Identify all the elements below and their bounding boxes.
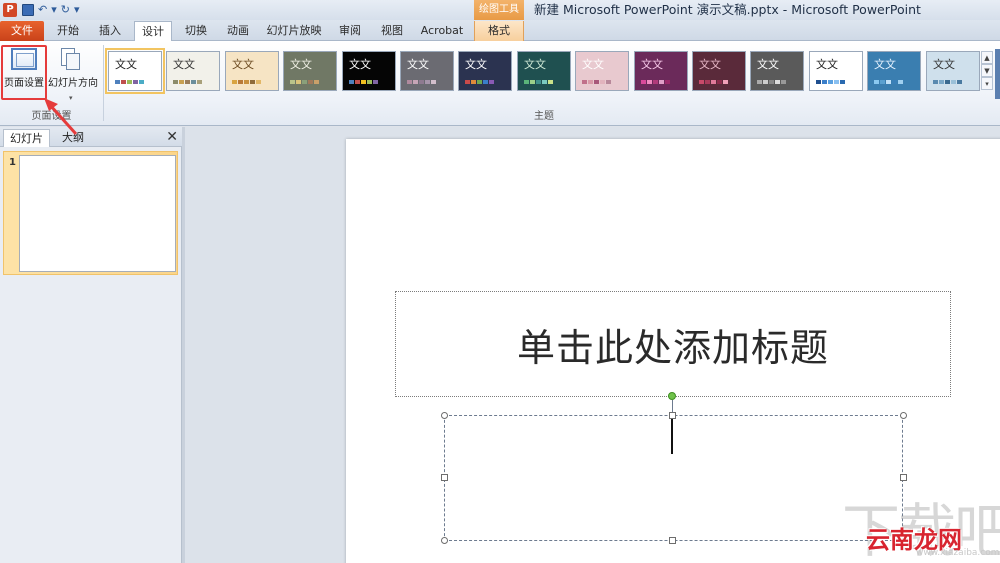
theme-thumbnail[interactable]: 文文 [926, 51, 980, 91]
theme-color-swatches [465, 80, 494, 84]
theme-color-swatches [232, 80, 261, 84]
theme-color-swatches [349, 80, 378, 84]
theme-thumbnail[interactable]: 文文 [342, 51, 396, 91]
powerpoint-app-icon[interactable]: P [3, 3, 17, 17]
gallery-scroll: ▲ ▼ ▾ [981, 51, 993, 91]
scroll-down-icon[interactable]: ▼ [981, 64, 993, 77]
theme-thumbnail[interactable]: 文文 [400, 51, 454, 91]
theme-thumbnail-text: 文文 [699, 58, 721, 71]
text-cursor [671, 418, 673, 454]
theme-color-swatches [816, 80, 845, 84]
ribbon-tabs: 文件 开始 插入 设计 切换 动画 幻灯片放映 审阅 视图 Acrobat 格式 [0, 20, 1000, 42]
slide-orientation-button[interactable]: 幻灯片方向 ▾ [48, 44, 98, 104]
rotation-handle[interactable] [668, 392, 676, 400]
theme-thumbnail-text: 文文 [407, 58, 429, 71]
theme-thumbnail[interactable]: 文文 [634, 51, 688, 91]
theme-color-swatches [524, 80, 553, 84]
resize-handle[interactable] [441, 537, 448, 544]
watermark: 下载吧 云南龙网 www.xiazaiba.com [830, 480, 1000, 563]
save-icon[interactable] [22, 4, 34, 16]
theme-color-swatches [757, 80, 786, 84]
close-icon[interactable]: ✕ [166, 128, 178, 146]
theme-thumbnail[interactable]: 文文 [517, 51, 571, 91]
customize-icon[interactable]: ▾ [74, 2, 80, 18]
theme-thumbnail-text: 文文 [524, 58, 546, 71]
resize-handle[interactable] [441, 474, 448, 481]
theme-thumbnail[interactable]: 文文 [105, 48, 165, 94]
slides-pane: 幻灯片 大纲 ✕ 1 [0, 127, 182, 563]
tab-file[interactable]: 文件 [0, 21, 44, 41]
theme-thumbnail-text: 文文 [641, 58, 663, 71]
title-placeholder[interactable]: 单击此处添加标题 [395, 291, 951, 397]
theme-color-swatches [407, 80, 436, 84]
annotation-highlight-box [1, 45, 47, 100]
tab-transitions[interactable]: 切换 [178, 21, 214, 41]
resize-handle[interactable] [669, 537, 676, 544]
drawing-tools-context-header: 绘图工具 [474, 0, 524, 20]
slide-orientation-label: 幻灯片方向 [48, 78, 98, 89]
theme-color-swatches [933, 80, 962, 84]
resize-handle[interactable] [669, 412, 676, 419]
tab-view[interactable]: 视图 [374, 21, 410, 41]
tab-acrobat[interactable]: Acrobat [416, 21, 468, 41]
undo-dropdown-icon[interactable]: ▾ [51, 2, 57, 18]
ribbon-design: 页面设置 幻灯片方向 ▾ 页面设置 文文 文文 文文 文文 文文 文文 文文 文文 文文 文文 文文… [0, 41, 1000, 126]
tab-design[interactable]: 设计 [134, 21, 172, 42]
group-label-themes: 主题 [534, 111, 554, 122]
theme-thumbnail-text: 文文 [115, 58, 137, 71]
theme-thumbnail[interactable]: 文文 [575, 51, 629, 91]
slide-thumbnail[interactable] [19, 155, 176, 272]
quick-access-toolbar: ↶ ▾ ↻ ▾ [22, 2, 80, 18]
theme-thumbnail-text: 文文 [290, 58, 312, 71]
theme-thumbnail[interactable]: 文文 [867, 51, 921, 91]
theme-thumbnail-text: 文文 [757, 58, 779, 71]
tab-home[interactable]: 开始 [50, 21, 86, 41]
title-bar: P ↶ ▾ ↻ ▾ 绘图工具 新建 Microsoft PowerPoint 演… [0, 0, 1000, 20]
slide-thumbnail-selected[interactable]: 1 [3, 151, 178, 275]
theme-thumbnail[interactable]: 文文 [283, 51, 337, 91]
theme-color-swatches [699, 80, 728, 84]
watermark-url: www.xiazaiba.com [916, 548, 1000, 558]
theme-color-swatches [173, 80, 202, 84]
scroll-up-icon[interactable]: ▲ [981, 51, 993, 64]
undo-icon[interactable]: ↶ [38, 2, 47, 18]
tab-slideshow[interactable]: 幻灯片放映 [262, 21, 326, 41]
colors-button[interactable] [995, 49, 1000, 99]
theme-thumbnail[interactable]: 文文 [809, 51, 863, 91]
theme-thumbnail[interactable]: 文文 [166, 51, 220, 91]
theme-thumbnail-text: 文文 [816, 58, 838, 71]
theme-thumbnail[interactable]: 文文 [225, 51, 279, 91]
title-placeholder-text: 单击此处添加标题 [516, 325, 829, 370]
tab-insert[interactable]: 插入 [92, 21, 128, 41]
slides-pane-tabs: 幻灯片 大纲 ✕ [0, 127, 182, 147]
theme-thumbnail[interactable]: 文文 [750, 51, 804, 91]
theme-thumbnail[interactable]: 文文 [458, 51, 512, 91]
resize-handle[interactable] [900, 412, 907, 419]
theme-color-swatches [874, 80, 903, 84]
theme-thumbnail-text: 文文 [465, 58, 487, 71]
theme-thumbnail-text: 文文 [874, 58, 896, 71]
window-title: 新建 Microsoft PowerPoint 演示文稿.pptx - Micr… [534, 2, 921, 17]
theme-thumbnail-text: 文文 [173, 58, 195, 71]
slide-number: 1 [9, 157, 16, 168]
theme-color-swatches [115, 80, 144, 84]
theme-color-swatches [582, 80, 611, 84]
resize-handle[interactable] [441, 412, 448, 419]
tab-format[interactable]: 格式 [474, 21, 524, 41]
tab-review[interactable]: 审阅 [332, 21, 368, 41]
theme-thumbnail[interactable]: 文文 [692, 51, 746, 91]
gallery-more-icon[interactable]: ▾ [981, 77, 993, 90]
theme-thumbnail-text: 文文 [232, 58, 254, 71]
theme-color-swatches [290, 80, 319, 84]
theme-color-swatches [641, 80, 670, 84]
tab-animations[interactable]: 动画 [220, 21, 256, 41]
theme-thumbnail-text: 文文 [349, 58, 371, 71]
theme-thumbnail-text: 文文 [582, 58, 604, 71]
slide-orientation-icon [57, 48, 83, 70]
theme-thumbnail-text: 文文 [933, 58, 955, 71]
annotation-arrow-icon [44, 98, 78, 136]
redo-icon[interactable]: ↻ [61, 2, 70, 18]
